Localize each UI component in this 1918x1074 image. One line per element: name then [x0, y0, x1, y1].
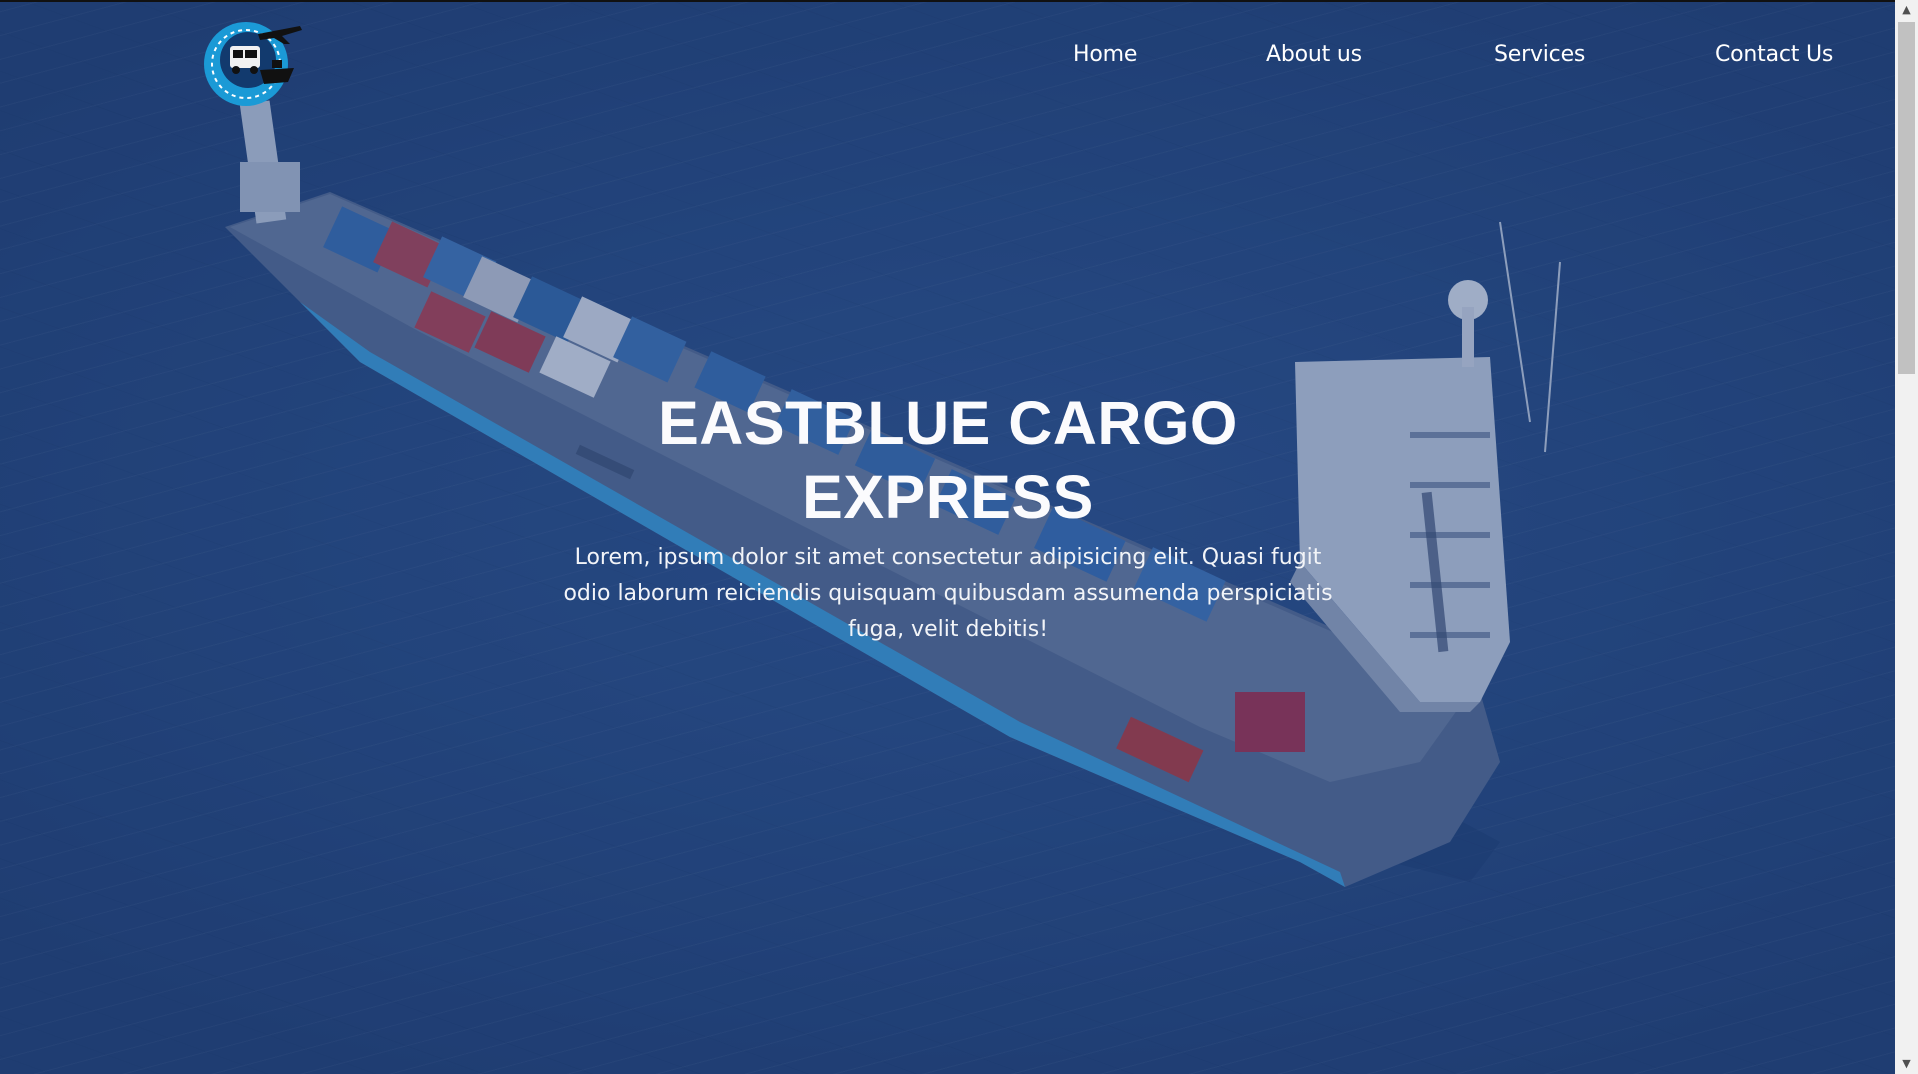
nav-home-link[interactable]: Home: [1073, 42, 1137, 67]
hero-content: EASTBLUE CARGO EXPRESS Lorem, ipsum dolo…: [520, 386, 1376, 648]
hero-title: EASTBLUE CARGO EXPRESS: [658, 389, 1238, 531]
nav-contact-link[interactable]: Contact Us: [1715, 42, 1833, 67]
scroll-up-arrow-icon[interactable]: ▲: [1895, 0, 1918, 20]
page-scrollbar[interactable]: ▲ ▼: [1895, 0, 1918, 1074]
scroll-down-arrow-icon[interactable]: ▼: [1895, 1054, 1918, 1074]
hero-subtitle: Lorem, ipsum dolor sit amet consectetur …: [563, 545, 1333, 642]
top-border: [0, 0, 1895, 2]
nav-services-link[interactable]: Services: [1494, 42, 1585, 67]
scrollbar-thumb[interactable]: [1898, 22, 1915, 374]
main-nav: Home About us Services Contact Us: [0, 42, 1895, 82]
nav-about-link[interactable]: About us: [1266, 42, 1362, 67]
